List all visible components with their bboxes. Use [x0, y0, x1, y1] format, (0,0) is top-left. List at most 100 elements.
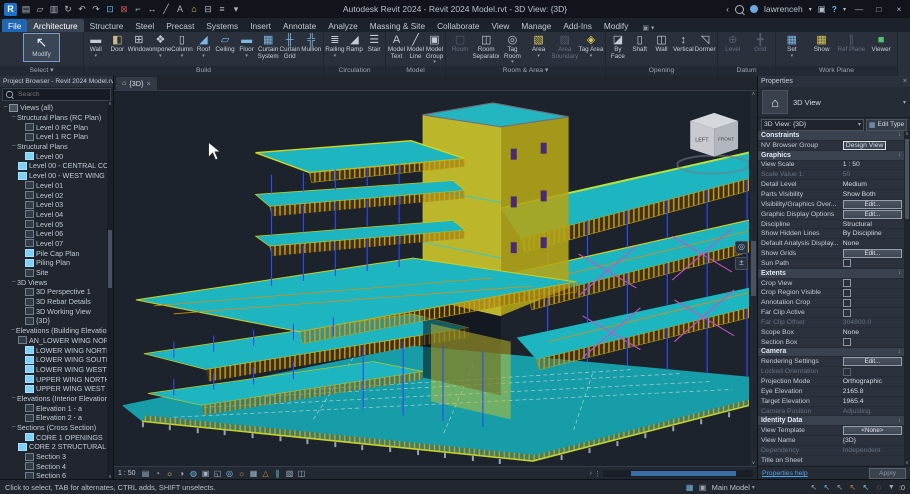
ribbon-display-toggle-icon[interactable]: ▣ ▾ — [642, 24, 654, 32]
worksets-icon[interactable]: ▦ — [685, 483, 695, 492]
tree-item-views-all[interactable]: −Views (all) — [0, 103, 113, 113]
prop-value[interactable]: Orthographic — [843, 378, 904, 385]
default-3d-view-icon[interactable]: ⌂ — [189, 2, 199, 16]
ribbon-tab-precast[interactable]: Precast — [160, 19, 200, 32]
prop-value[interactable]: 2165.8 — [843, 388, 904, 395]
tree-item-lower-wing-south[interactable]: LOWER WING SOUTH — [0, 355, 113, 365]
editable-only-toggle-icon[interactable]: ↖ — [809, 483, 819, 492]
properties-header[interactable]: Properties × — [758, 76, 910, 87]
3d-model-view[interactable]: LEFT FRONT — [114, 91, 757, 466]
ribbon-tab-add-ins[interactable]: Add-Ins — [557, 19, 598, 32]
temporary-view-properties-icon[interactable]: ▦ — [249, 468, 259, 480]
view-scale-button[interactable]: 1 : 50 — [118, 470, 136, 477]
checkbox[interactable] — [843, 279, 851, 287]
sync-with-central-icon[interactable]: ↻ — [63, 2, 73, 16]
instance-selector[interactable]: 3D View: {3D} ▾ — [761, 119, 864, 131]
ribbon-button-door[interactable]: ◧Door — [107, 33, 129, 55]
ribbon-button-tag-area[interactable]: ◈Tag Area▾ — [578, 33, 604, 59]
ribbon-button-room-separator[interactable]: ◫Room Separator — [473, 33, 499, 61]
show-analytical-model-icon[interactable]: △ — [261, 468, 271, 480]
section-icon[interactable]: ⊟ — [203, 2, 213, 16]
project-browser-search[interactable] — [2, 88, 111, 101]
dots-icon[interactable]: ⋮ — [594, 470, 601, 478]
user-name[interactable]: lawrenceh — [764, 4, 803, 14]
viewcube-front-label[interactable]: FRONT — [718, 137, 734, 142]
tree-item-section-4[interactable]: Section 4 — [0, 461, 113, 471]
checkbox[interactable] — [843, 289, 851, 297]
prop-value[interactable] — [843, 289, 904, 297]
prop-value[interactable]: None — [843, 240, 904, 247]
revit-logo-icon[interactable]: R — [4, 3, 17, 16]
ribbon-tab-annotate[interactable]: Annotate — [277, 19, 322, 32]
tree-item-elevation-2-a[interactable]: Elevation 2 - a — [0, 413, 113, 423]
tree-item-level-05[interactable]: Level 05 — [0, 219, 113, 229]
user-avatar-icon[interactable] — [750, 5, 758, 13]
steering-wheel-icon[interactable]: ◎ — [735, 241, 748, 254]
ribbon-tab-view[interactable]: View — [486, 19, 516, 32]
shadows-icon[interactable]: ◑ — [177, 468, 187, 480]
ribbon-button-by-face[interactable]: ◪By Face — [607, 33, 629, 61]
ribbon-button-column[interactable]: ▯Column▾ — [171, 33, 193, 59]
expander-icon[interactable]: − — [2, 104, 9, 111]
expander-icon[interactable]: − — [10, 424, 17, 431]
show-crop-region-icon[interactable]: ◱ — [213, 468, 223, 480]
ribbon-button-floor[interactable]: ▬Floor▾ — [236, 33, 258, 59]
user-caret-icon[interactable]: ▾ — [809, 6, 812, 13]
ribbon-tab-structure[interactable]: Structure — [84, 19, 130, 32]
restore-button[interactable]: □ — [872, 4, 886, 14]
ribbon-button-wall[interactable]: ◫Wall — [651, 33, 673, 55]
scroll-up-icon[interactable]: ∧ — [750, 91, 757, 97]
checkbox[interactable] — [843, 299, 851, 307]
tree-item-structural-plans-rc-plan[interactable]: −Structural Plans (RC Plan) — [0, 113, 113, 123]
prop-value[interactable]: Show Both — [843, 191, 904, 198]
ribbon-button-viewer[interactable]: ■Viewer — [866, 33, 896, 55]
rendering-dialog-icon[interactable]: ◍ — [189, 468, 199, 480]
ribbon-panel-label-datum[interactable]: Datum — [718, 66, 775, 76]
ribbon-button-shaft[interactable]: ▯Shaft — [629, 33, 651, 55]
crop-view-icon[interactable]: ▣ — [201, 468, 211, 480]
ribbon-button-modify[interactable]: ↖Modify — [24, 34, 59, 61]
prop-value[interactable]: {3D} — [843, 437, 904, 444]
ribbon-button-dormer[interactable]: ◹Dormer — [694, 33, 716, 55]
expander-icon[interactable]: − — [10, 279, 17, 286]
pin-icon[interactable]: ↓ — [898, 132, 901, 138]
ribbon-button-model-line[interactable]: ╱Model Line — [406, 33, 425, 61]
tree-item-upper-wing-north[interactable]: UPPER WING NORTH — [0, 374, 113, 384]
tree-item-section-3[interactable]: Section 3 — [0, 452, 113, 462]
ribbon-panel-label-opening[interactable]: Opening — [606, 66, 717, 76]
ribbon-button-model-text[interactable]: AModel Text — [387, 33, 406, 61]
ribbon-panel-label-work-plane[interactable]: Work Plane — [776, 66, 897, 76]
redo-icon[interactable]: ↷ — [91, 2, 101, 16]
store-cart-icon[interactable]: ▣ — [818, 4, 826, 15]
pin-icon[interactable]: ↓ — [898, 270, 901, 276]
prop-value[interactable]: <None> — [843, 426, 904, 435]
prop-value[interactable]: Design View — [843, 141, 904, 150]
ribbon-tab-file[interactable]: File — [2, 19, 27, 32]
tree-item-structural-plans[interactable]: −Structural Plans — [0, 142, 113, 152]
ribbon-button-railing[interactable]: ≣Railing▾ — [325, 33, 345, 59]
prop-value[interactable] — [843, 279, 904, 287]
tree-item-core-2-structural-open[interactable]: CORE 2 STRUCTURAL OPEN — [0, 442, 113, 452]
properties-scrollbar[interactable]: ∧ ∨ — [904, 131, 910, 466]
pin-icon[interactable]: ↓ — [898, 349, 901, 355]
ribbon-button-roof[interactable]: ◢Roof▾ — [193, 33, 215, 59]
checkbox[interactable] — [843, 338, 851, 346]
tree-item-level-0-rc-plan[interactable]: Level 0 RC Plan — [0, 122, 113, 132]
detail-level-icon[interactable]: ▤ — [141, 468, 151, 480]
close-inactive-views-icon[interactable]: ⊠ — [119, 2, 129, 16]
tree-item-3d-working-view[interactable]: 3D Working View — [0, 306, 113, 316]
tree-item-elevations-interior-elevation[interactable]: −Elevations (Interior Elevation) — [0, 394, 113, 404]
ribbon-button-area[interactable]: ▧Area▾ — [526, 33, 552, 59]
ribbon-panel-label-room-area[interactable]: Room & Area ▾ — [446, 66, 605, 76]
scrollbar-thumb[interactable] — [108, 230, 112, 288]
ribbon-button-curtain-grid[interactable]: ╫Curtain Grid — [279, 33, 301, 61]
tree-item-level-00[interactable]: Level 00 — [0, 151, 113, 161]
expander-icon[interactable]: − — [10, 143, 17, 150]
project-browser-scrollbar[interactable]: ∧ ∨ — [107, 101, 113, 480]
temporary-hide-isolate-icon[interactable]: ◎ — [225, 468, 235, 480]
tree-item-3d[interactable]: {3D} — [0, 316, 113, 326]
search-icon[interactable] — [735, 5, 744, 14]
prop-value[interactable]: Edit... — [843, 200, 904, 209]
ribbon-button-mullion[interactable]: ╬Mullion — [300, 33, 322, 55]
ribbon-tab-architecture[interactable]: Architecture — [27, 19, 83, 32]
